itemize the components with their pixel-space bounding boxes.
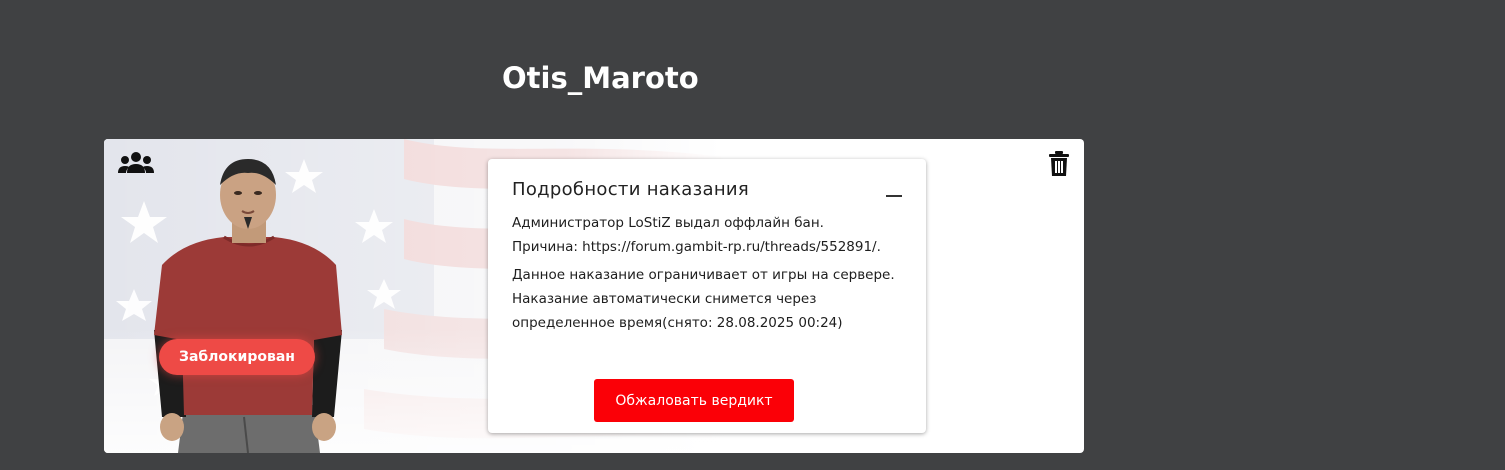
punishment-text: Администратор LoStiZ выдал оффлайн бан. … <box>512 211 912 339</box>
ban-issuer-line: Администратор LoStiZ выдал оффлайн бан. <box>512 215 824 231</box>
page-title: Otis_Maroto <box>502 61 699 95</box>
appeal-button[interactable]: Обжаловать вердикт <box>594 379 794 422</box>
minus-icon[interactable] <box>886 195 902 197</box>
page: Otis_Maroto Заблокирован Подробности нак… <box>0 0 1505 470</box>
status-badge: Заблокирован <box>159 339 315 375</box>
users-group-icon[interactable] <box>118 151 154 175</box>
panel-title: Подробности наказания <box>512 179 750 200</box>
punishment-details-panel: Подробности наказания Администратор LoSt… <box>488 159 926 433</box>
trash-icon[interactable] <box>1048 151 1070 177</box>
ban-description: Данное наказание ограничивает от игры на… <box>512 267 895 331</box>
player-card: Заблокирован Подробности наказания Админ… <box>104 139 1084 453</box>
ban-reason-line: Причина: https://forum.gambit-rp.ru/thre… <box>512 239 881 255</box>
character-image <box>154 159 342 453</box>
